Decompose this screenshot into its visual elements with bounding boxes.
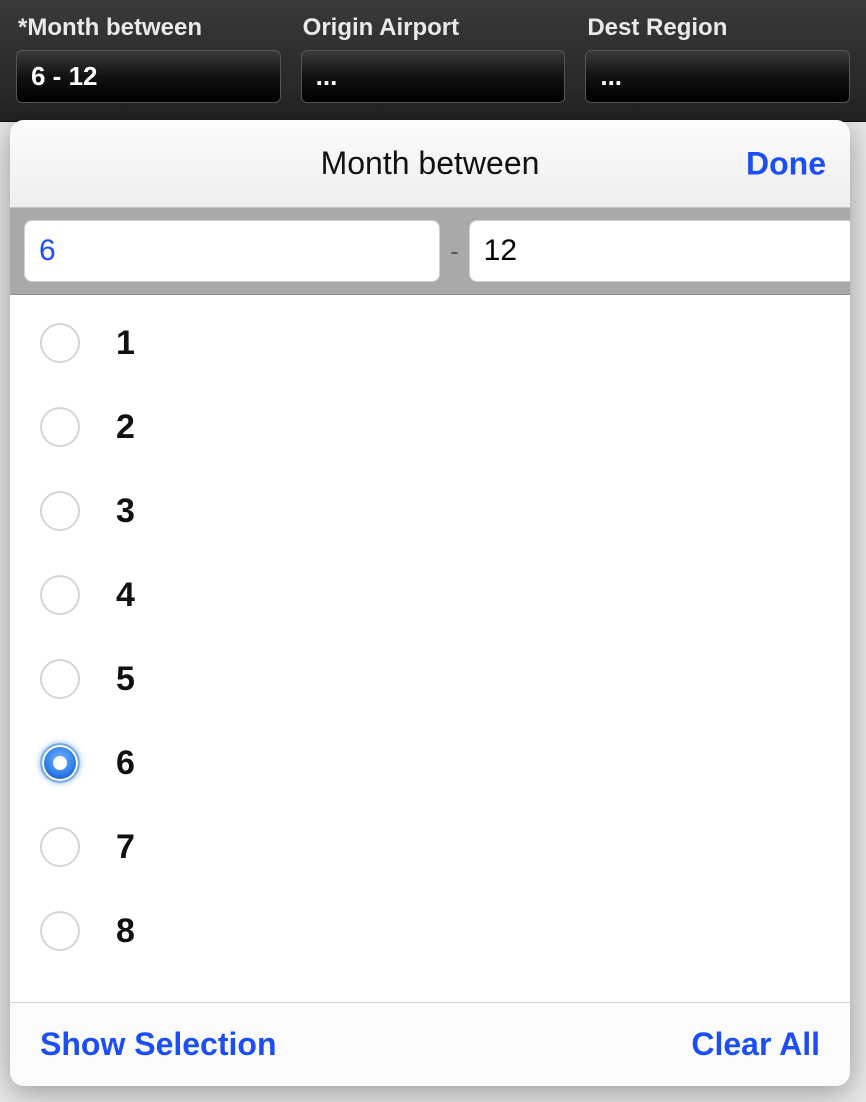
range-to-input[interactable]: [469, 220, 850, 282]
options-list[interactable]: 1 2 3 4 5 6 7 8: [10, 295, 850, 1002]
filter-block-origin: Origin Airport ...: [301, 10, 566, 103]
filter-value-month[interactable]: 6 - 12: [16, 50, 281, 103]
option-row[interactable]: 8: [10, 889, 850, 973]
filter-block-dest: Dest Region ...: [585, 10, 850, 103]
option-label: 3: [116, 492, 135, 531]
option-label: 6: [116, 744, 135, 783]
filter-value-origin[interactable]: ...: [301, 50, 566, 103]
range-dash: -: [448, 236, 461, 267]
radio-icon: [40, 575, 80, 615]
range-bar: -: [10, 208, 850, 295]
radio-icon: [40, 911, 80, 951]
option-label: 1: [116, 324, 135, 363]
popover-title: Month between: [321, 145, 540, 182]
show-selection-button[interactable]: Show Selection: [40, 1026, 276, 1063]
radio-icon: [40, 659, 80, 699]
filter-label-origin: Origin Airport: [301, 10, 566, 50]
option-label: 4: [116, 576, 135, 615]
option-row[interactable]: 6: [10, 721, 850, 805]
option-row[interactable]: 1: [10, 301, 850, 385]
option-label: 8: [116, 912, 135, 951]
option-row[interactable]: 5: [10, 637, 850, 721]
range-from-input[interactable]: [24, 220, 440, 282]
filter-bar: *Month between 6 - 12 Origin Airport ...…: [0, 0, 866, 122]
month-popover: Month between Done - 1 2 3: [10, 120, 850, 1086]
option-label: 5: [116, 660, 135, 699]
filter-label-month: *Month between: [16, 10, 281, 50]
option-label: 7: [116, 828, 135, 867]
option-row[interactable]: 4: [10, 553, 850, 637]
radio-icon: [40, 491, 80, 531]
option-row[interactable]: 2: [10, 385, 850, 469]
clear-all-button[interactable]: Clear All: [691, 1026, 820, 1063]
filter-label-dest: Dest Region: [585, 10, 850, 50]
done-button[interactable]: Done: [746, 145, 826, 182]
option-row[interactable]: 7: [10, 805, 850, 889]
radio-icon-selected: [40, 743, 80, 783]
radio-icon: [40, 827, 80, 867]
option-label: 2: [116, 408, 135, 447]
popover-header: Month between Done: [10, 120, 850, 208]
filter-value-dest[interactable]: ...: [585, 50, 850, 103]
option-row[interactable]: 3: [10, 469, 850, 553]
popover-footer: Show Selection Clear All: [10, 1002, 850, 1086]
radio-icon: [40, 323, 80, 363]
radio-icon: [40, 407, 80, 447]
filter-block-month: *Month between 6 - 12: [16, 10, 281, 103]
